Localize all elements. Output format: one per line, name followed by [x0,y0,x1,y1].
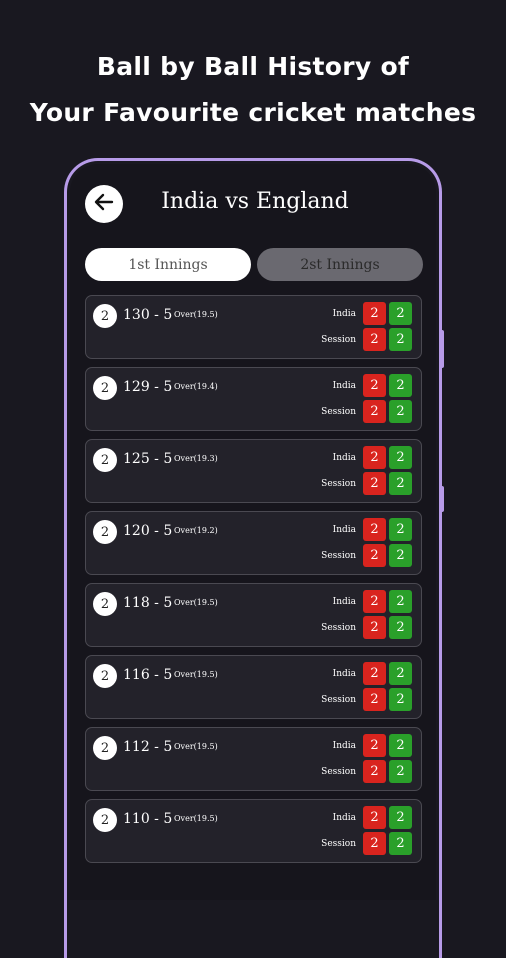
session-green-badge: 2 [389,328,412,351]
tab-2nd-innings[interactable]: 2st Innings [257,248,423,281]
over-text: Over(19.5) [174,742,218,751]
session-label: Session [321,623,356,633]
team-green-badge: 2 [389,806,412,829]
phone-side-button [440,486,444,512]
ball-number: 2 [93,304,117,328]
score-text: 110 - 5 [123,811,173,827]
team-green-badge: 2 [389,302,412,325]
session-red-badge: 2 [363,328,386,351]
session-green-badge: 2 [389,760,412,783]
ball-row[interactable]: 2 110 - 5 Over(19.5) India Session 2 2 2… [85,799,422,863]
ball-row[interactable]: 2 118 - 5 Over(19.5) India Session 2 2 2… [85,583,422,647]
over-text: Over(19.2) [174,526,218,535]
team-label: India [332,741,356,751]
score-text: 120 - 5 [123,523,173,539]
session-label: Session [321,407,356,417]
team-green-badge: 2 [389,734,412,757]
team-green-badge: 2 [389,590,412,613]
session-red-badge: 2 [363,832,386,855]
over-text: Over(19.5) [174,598,218,607]
score-text: 118 - 5 [123,595,173,611]
score-text: 130 - 5 [123,307,173,323]
session-green-badge: 2 [389,544,412,567]
team-label: India [332,309,356,319]
session-red-badge: 2 [363,760,386,783]
session-green-badge: 2 [389,832,412,855]
match-title: India vs England [161,189,349,214]
team-red-badge: 2 [363,518,386,541]
session-label: Session [321,695,356,705]
over-text: Over(19.3) [174,454,218,463]
team-red-badge: 2 [363,590,386,613]
session-green-badge: 2 [389,616,412,639]
team-label: India [332,669,356,679]
session-red-badge: 2 [363,544,386,567]
ball-number: 2 [93,736,117,760]
team-red-badge: 2 [363,374,386,397]
ball-number: 2 [93,376,117,400]
session-red-badge: 2 [363,472,386,495]
over-text: Over(19.5) [174,814,218,823]
over-text: Over(19.5) [174,310,218,319]
session-red-badge: 2 [363,616,386,639]
promo-headline: Ball by Ball History of Your Favourite c… [0,44,506,136]
ball-number: 2 [93,664,117,688]
session-label: Session [321,767,356,777]
ball-row[interactable]: 2 120 - 5 Over(19.2) India Session 2 2 2… [85,511,422,575]
ball-row[interactable]: 2 112 - 5 Over(19.5) India Session 2 2 2… [85,727,422,791]
team-label: India [332,813,356,823]
session-label: Session [321,551,356,561]
team-green-badge: 2 [389,518,412,541]
headline-line-1: Ball by Ball History of [96,52,410,81]
phone-side-button [440,330,444,368]
session-red-badge: 2 [363,688,386,711]
session-green-badge: 2 [389,688,412,711]
team-green-badge: 2 [389,662,412,685]
team-label: India [332,381,356,391]
over-text: Over(19.5) [174,670,218,679]
score-text: 125 - 5 [123,451,173,467]
team-red-badge: 2 [363,662,386,685]
team-label: India [332,597,356,607]
team-red-badge: 2 [363,446,386,469]
team-green-badge: 2 [389,374,412,397]
team-red-badge: 2 [363,302,386,325]
ball-row[interactable]: 2 125 - 5 Over(19.3) India Session 2 2 2… [85,439,422,503]
ball-number: 2 [93,448,117,472]
ball-row[interactable]: 2 130 - 5 Over(19.5) India Session 2 2 2… [85,295,422,359]
ball-number: 2 [93,520,117,544]
session-label: Session [321,479,356,489]
team-green-badge: 2 [389,446,412,469]
ball-row[interactable]: 2 129 - 5 Over(19.4) India Session 2 2 2… [85,367,422,431]
session-red-badge: 2 [363,400,386,423]
session-label: Session [321,335,356,345]
tab-1st-innings[interactable]: 1st Innings [85,248,251,281]
score-text: 116 - 5 [123,667,173,683]
team-label: India [332,525,356,535]
ball-number: 2 [93,592,117,616]
arrow-left-icon [93,191,115,218]
session-green-badge: 2 [389,400,412,423]
over-text: Over(19.4) [174,382,218,391]
ball-row[interactable]: 2 116 - 5 Over(19.5) India Session 2 2 2… [85,655,422,719]
back-button[interactable] [85,185,123,223]
team-red-badge: 2 [363,734,386,757]
team-red-badge: 2 [363,806,386,829]
headline-line-2: Your Favourite cricket matches [29,98,477,127]
score-text: 112 - 5 [123,739,173,755]
score-text: 129 - 5 [123,379,173,395]
team-label: India [332,453,356,463]
ball-number: 2 [93,808,117,832]
session-label: Session [321,839,356,849]
session-green-badge: 2 [389,472,412,495]
